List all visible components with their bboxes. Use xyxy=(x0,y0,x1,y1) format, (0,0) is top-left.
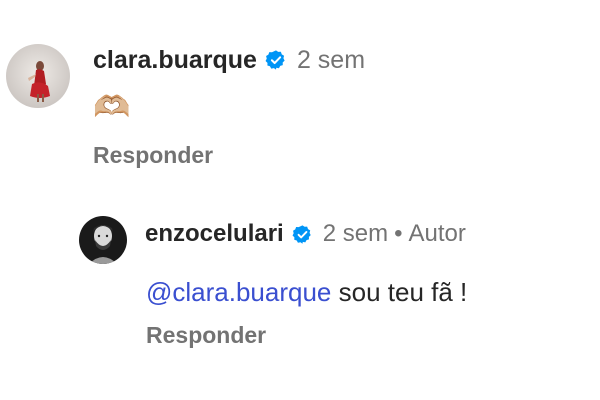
verified-badge-icon xyxy=(265,49,287,71)
profile-photo-icon xyxy=(79,216,127,264)
comment-text: sou teu fã ! xyxy=(331,277,468,307)
comment-body: 🫶🏼 xyxy=(93,90,130,126)
timestamp: 2 sem xyxy=(322,220,389,247)
reply-button[interactable]: Responder xyxy=(93,142,213,169)
comment-header: enzocelulari 2 sem • Autor xyxy=(145,218,466,250)
avatar[interactable] xyxy=(79,216,127,264)
separator-dot: • xyxy=(394,220,403,247)
comment-header: clara.buarque 2 sem xyxy=(93,44,365,76)
reply-button[interactable]: Responder xyxy=(146,322,266,349)
username[interactable]: enzocelulari xyxy=(145,220,284,248)
heart-hands-emoji: 🫶🏼 xyxy=(93,91,131,124)
comment-body: @clara.buarque sou teu fã ! xyxy=(146,276,467,308)
avatar[interactable] xyxy=(6,44,70,108)
author-badge: Autor xyxy=(408,220,466,247)
timestamp: 2 sem xyxy=(296,45,366,74)
verified-badge-icon xyxy=(292,224,313,245)
profile-photo-icon xyxy=(6,44,70,108)
username[interactable]: clara.buarque xyxy=(93,46,257,75)
mention-link[interactable]: @clara.buarque xyxy=(146,277,331,307)
